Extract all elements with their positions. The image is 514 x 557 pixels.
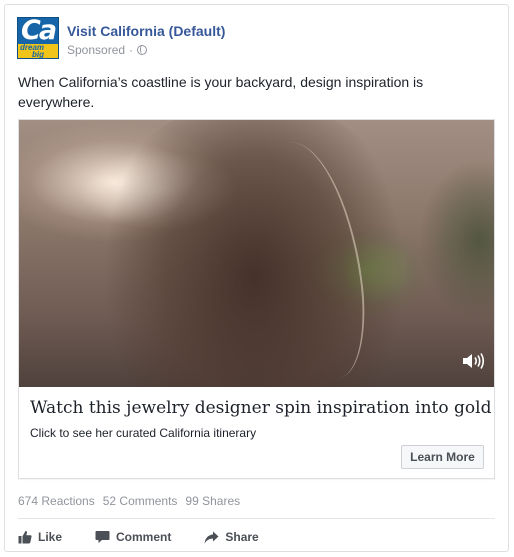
sponsored-label[interactable]: Sponsored <box>67 43 125 57</box>
ad-attachment[interactable]: Watch this jewelry designer spin inspira… <box>18 119 495 479</box>
post-card: Ca dream big Visit California (Default) … <box>4 4 509 552</box>
learn-more-button[interactable]: Learn More <box>401 445 484 469</box>
comment-icon <box>95 531 110 543</box>
video-player[interactable] <box>19 120 494 387</box>
meta-separator: · <box>129 43 134 57</box>
attachment-footer[interactable]: Watch this jewelry designer spin inspira… <box>19 387 494 478</box>
thumbs-up-icon <box>18 530 32 544</box>
post-text: When California’s coastline is your back… <box>18 74 424 110</box>
attachment-title[interactable]: Watch this jewelry designer spin inspira… <box>30 398 491 418</box>
like-button[interactable]: Like <box>18 530 62 544</box>
avatar-tagline: dream big <box>18 44 58 59</box>
engagement-stats: 674 Reactions 52 Comments 99 Shares <box>18 494 240 508</box>
post-meta: Sponsored · <box>67 43 148 57</box>
shares-count[interactable]: 99 Shares <box>185 494 240 508</box>
share-label: Share <box>225 530 259 544</box>
like-label: Like <box>38 530 63 544</box>
page-avatar[interactable]: Ca dream big <box>17 17 59 59</box>
attachment-description: Click to see her curated California itin… <box>30 426 257 440</box>
comment-button[interactable]: Comment <box>95 530 171 544</box>
reactions-count[interactable]: 674 Reactions <box>18 494 95 508</box>
page-name-link[interactable]: Visit California (Default) <box>67 23 225 39</box>
avatar-logo-text: Ca <box>21 17 57 46</box>
post-actions: Like Comment Share <box>18 526 292 548</box>
actions-divider <box>18 518 495 519</box>
post-header: Ca dream big Visit California (Default) … <box>17 17 496 61</box>
volume-icon[interactable] <box>462 351 486 371</box>
share-button[interactable]: Share <box>204 530 259 544</box>
comment-label: Comment <box>116 530 172 544</box>
comments-count[interactable]: 52 Comments <box>103 494 178 508</box>
share-arrow-icon <box>204 531 219 543</box>
avatar-tagline-line2: big <box>32 50 44 59</box>
globe-icon[interactable] <box>137 45 148 55</box>
